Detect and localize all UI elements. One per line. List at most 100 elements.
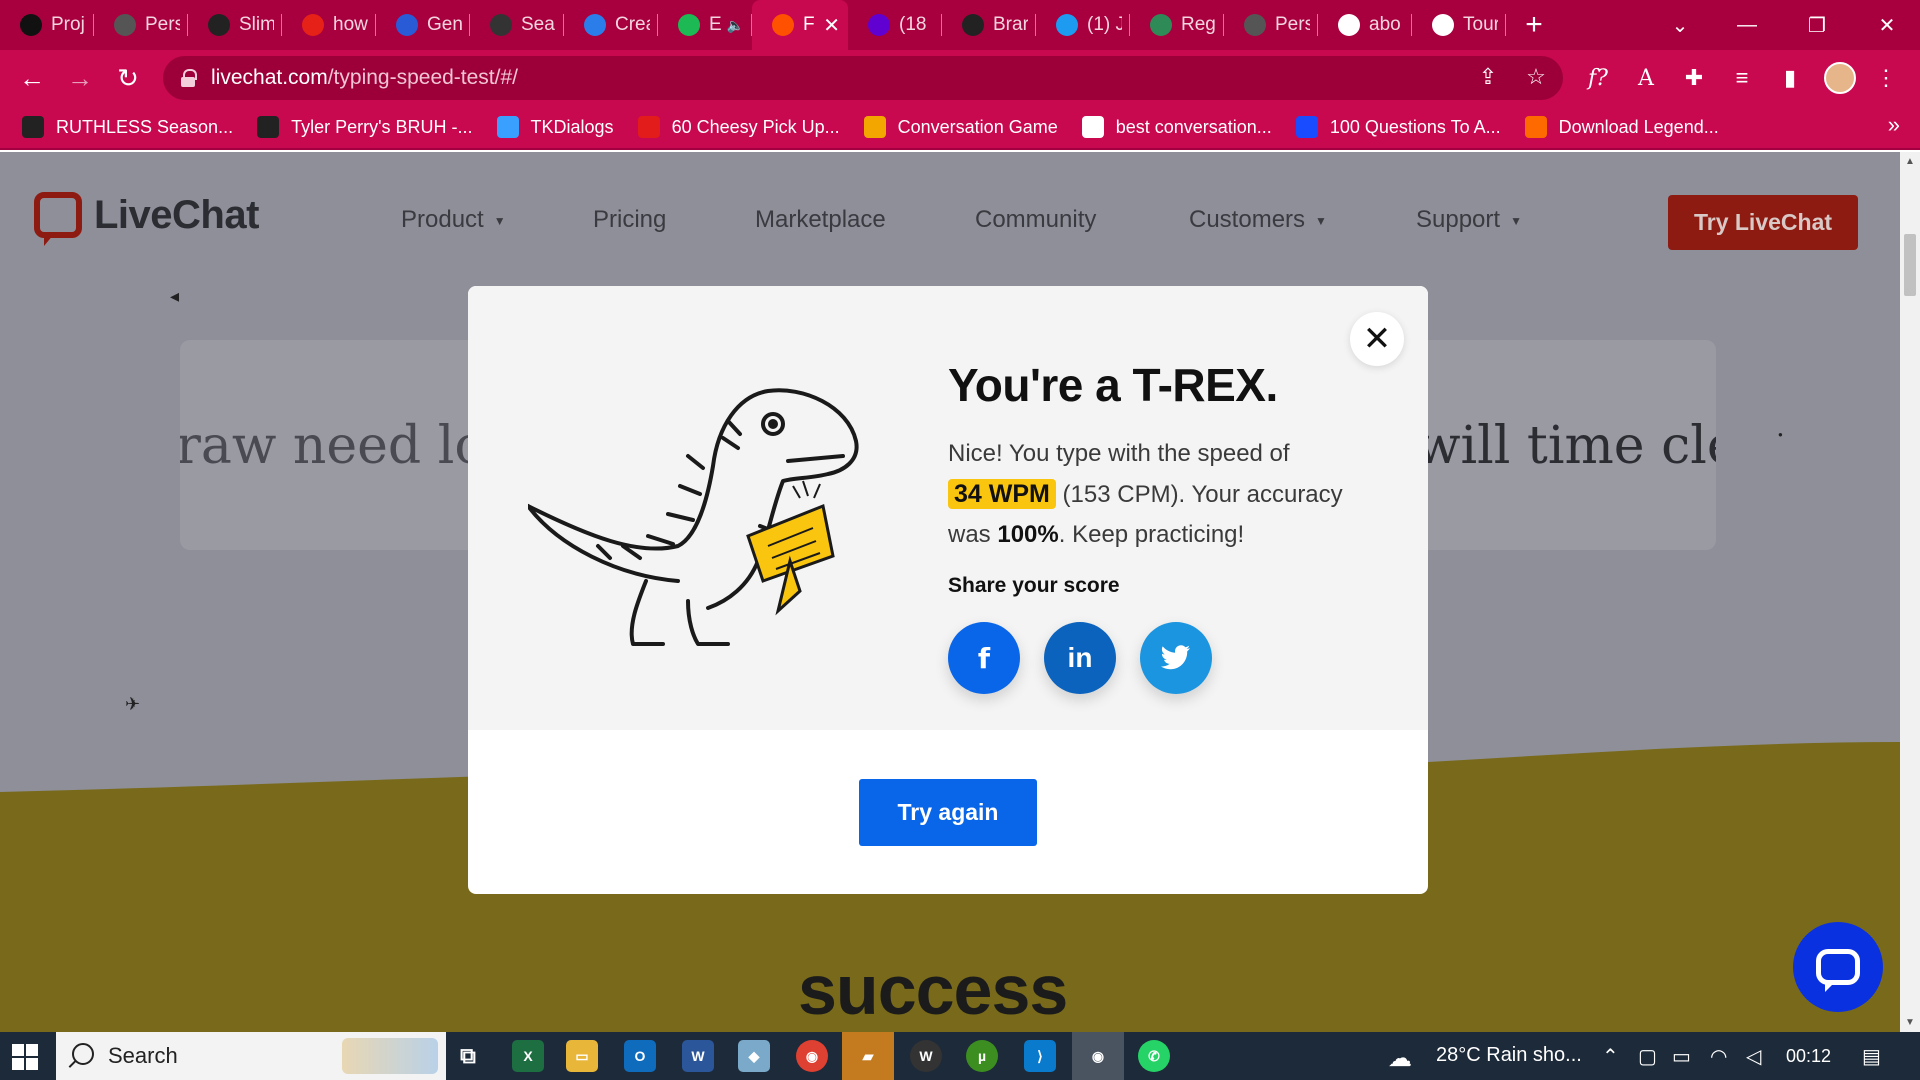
browser-tab[interactable]: Tour bbox=[1412, 0, 1506, 50]
browser-tab[interactable]: (18 bbox=[848, 0, 942, 50]
nav-product[interactable]: Product ▼ bbox=[401, 206, 506, 234]
browser-tab[interactable]: F ✕ bbox=[752, 0, 848, 50]
browser-tab[interactable]: Slim bbox=[188, 0, 282, 50]
scroll-up-icon[interactable]: ▲ bbox=[1905, 156, 1915, 167]
tab-label: Tour bbox=[1463, 14, 1498, 35]
browser-menu-icon[interactable]: ⋮ bbox=[1870, 62, 1902, 94]
typed-words: raw need lov bbox=[180, 416, 516, 476]
taskbar-search[interactable]: Search bbox=[56, 1032, 446, 1080]
share-facebook-button[interactable]: f bbox=[948, 622, 1020, 694]
tray-chevron-icon[interactable]: ⌃ bbox=[1602, 1044, 1619, 1069]
bookmark-item[interactable]: Tyler Perry's BRUH -... bbox=[257, 116, 473, 138]
vscode-icon[interactable]: ⟩ bbox=[1024, 1040, 1056, 1072]
notes-app-icon[interactable]: ◆ bbox=[738, 1040, 770, 1072]
whatsapp-icon[interactable]: ✆ bbox=[1138, 1040, 1170, 1072]
nav-customers[interactable]: Customers ▼ bbox=[1189, 206, 1327, 234]
chrome-icon[interactable]: ◉ bbox=[796, 1040, 828, 1072]
back-icon[interactable]: ← bbox=[16, 62, 48, 94]
circle-play-icon bbox=[257, 116, 280, 138]
browser-tab[interactable]: E 🔈 bbox=[658, 0, 752, 50]
colorful-logo-icon bbox=[496, 116, 519, 138]
profile-avatar[interactable] bbox=[1824, 62, 1856, 94]
browser-tab[interactable]: abo bbox=[1318, 0, 1412, 50]
bookmark-item[interactable]: 100 Questions To A... bbox=[1295, 116, 1501, 138]
volume-icon[interactable]: ◁ bbox=[1746, 1044, 1761, 1069]
browser-tab[interactable]: (1) J bbox=[1036, 0, 1130, 50]
close-tab-icon[interactable]: ✕ bbox=[823, 13, 840, 38]
clock[interactable]: 00:12 bbox=[1786, 1046, 1831, 1067]
restore-button[interactable]: ❐ bbox=[1782, 0, 1852, 50]
scroll-down-icon[interactable]: ▼ bbox=[1905, 1017, 1915, 1028]
browser-tab[interactable]: Sear bbox=[470, 0, 564, 50]
tab-label: Pers bbox=[1275, 14, 1310, 35]
bookmark-item[interactable]: Download Legend... bbox=[1524, 116, 1719, 138]
browser-tab[interactable]: Crea bbox=[564, 0, 658, 50]
outlook-icon[interactable]: O bbox=[624, 1040, 656, 1072]
chrome-active-icon[interactable]: ◉ bbox=[1072, 1032, 1124, 1080]
caret-down-icon: ▼ bbox=[1315, 213, 1327, 228]
nav-pricing[interactable]: Pricing bbox=[593, 206, 666, 234]
livechat-widget-button[interactable] bbox=[1793, 922, 1883, 1012]
try-again-button[interactable]: Try again bbox=[859, 779, 1037, 846]
font-extension-icon[interactable]: A bbox=[1630, 62, 1662, 94]
close-window-button[interactable]: ✕ bbox=[1852, 0, 1920, 50]
address-bar[interactable]: livechat.com/typing-speed-test/#/ ⇪ ☆ bbox=[163, 56, 1563, 100]
side-panel-icon[interactable]: ▮ bbox=[1774, 62, 1806, 94]
close-modal-button[interactable]: ✕ bbox=[1350, 312, 1404, 366]
scrollbar-thumb[interactable] bbox=[1904, 234, 1916, 296]
bookmark-item[interactable]: RUTHLESS Season... bbox=[22, 116, 233, 138]
livechat-logo[interactable]: LiveChat bbox=[34, 192, 259, 238]
bookmark-item[interactable]: TKDialogs bbox=[496, 116, 614, 138]
new-tab-button[interactable]: + bbox=[1506, 8, 1562, 42]
audio-playing-icon[interactable]: 🔈 bbox=[727, 17, 744, 34]
weather-icon[interactable]: ☁ bbox=[1388, 1044, 1412, 1073]
nav-marketplace[interactable]: Marketplace bbox=[755, 206, 886, 234]
browser-tab[interactable]: Regi bbox=[1130, 0, 1224, 50]
browser-tab[interactable]: Pers bbox=[94, 0, 188, 50]
sticky-notes-icon[interactable]: ▰ bbox=[842, 1032, 894, 1080]
extensions-puzzle-icon[interactable]: ✚ bbox=[1678, 62, 1710, 94]
browser-tab[interactable]: Proj bbox=[0, 0, 94, 50]
flag-icon bbox=[1295, 116, 1318, 138]
wordpress-icon[interactable]: W bbox=[910, 1040, 942, 1072]
bookmark-item[interactable]: best conversation... bbox=[1081, 116, 1272, 138]
task-view-icon[interactable]: ⧉ bbox=[452, 1040, 484, 1072]
browser-tab[interactable]: Geni bbox=[376, 0, 470, 50]
tab-label: (1) J bbox=[1087, 14, 1122, 35]
meet-now-icon[interactable]: ▢ bbox=[1638, 1044, 1657, 1069]
lock-icon[interactable] bbox=[181, 69, 197, 87]
excel-icon[interactable]: X bbox=[512, 1040, 544, 1072]
minimize-button[interactable]: — bbox=[1712, 0, 1782, 50]
reload-icon[interactable]: ↻ bbox=[112, 62, 144, 94]
browser-tab[interactable]: Pers bbox=[1224, 0, 1318, 50]
share-twitter-button[interactable] bbox=[1140, 622, 1212, 694]
wifi-icon[interactable]: ◠ bbox=[1710, 1044, 1727, 1069]
nav-support[interactable]: Support ▼ bbox=[1416, 206, 1522, 234]
try-livechat-button[interactable]: Try LiveChat bbox=[1668, 195, 1858, 250]
browser-tab[interactable]: Brar bbox=[942, 0, 1036, 50]
bookmarks-overflow-icon[interactable]: » bbox=[1888, 112, 1900, 138]
bookmark-star-icon[interactable]: ☆ bbox=[1521, 62, 1551, 92]
bookmark-item[interactable]: 60 Cheesy Pick Up... bbox=[637, 116, 840, 138]
reading-list-icon[interactable]: ≡ bbox=[1726, 62, 1758, 94]
livechat-logo-icon bbox=[34, 192, 82, 238]
file-explorer-icon[interactable]: ▭ bbox=[566, 1040, 598, 1072]
battery-icon[interactable]: ▭ bbox=[1672, 1044, 1691, 1069]
utorrent-icon[interactable]: µ bbox=[966, 1040, 998, 1072]
x-logo-icon bbox=[1524, 116, 1547, 138]
formula-extension-icon[interactable]: f? bbox=[1582, 62, 1614, 94]
browser-tab[interactable]: how bbox=[282, 0, 376, 50]
nav-community[interactable]: Community bbox=[975, 206, 1096, 234]
tab-label: Proj bbox=[51, 14, 85, 35]
share-page-icon[interactable]: ⇪ bbox=[1473, 62, 1503, 92]
tab-search-icon[interactable]: ⌄ bbox=[1645, 0, 1715, 50]
weather-text[interactable]: 28°C Rain sho... bbox=[1436, 1044, 1582, 1067]
upcoming-words: will time clea bbox=[1416, 416, 1716, 476]
page-scrollbar[interactable]: ▲ ▼ bbox=[1900, 152, 1920, 1032]
notifications-icon[interactable]: ▤ bbox=[1862, 1044, 1881, 1069]
windows-start-icon[interactable] bbox=[12, 1044, 38, 1070]
word-icon[interactable]: W bbox=[682, 1040, 714, 1072]
share-linkedin-button[interactable]: in bbox=[1044, 622, 1116, 694]
forward-icon[interactable]: → bbox=[64, 62, 96, 94]
bookmark-item[interactable]: Conversation Game bbox=[863, 116, 1058, 138]
